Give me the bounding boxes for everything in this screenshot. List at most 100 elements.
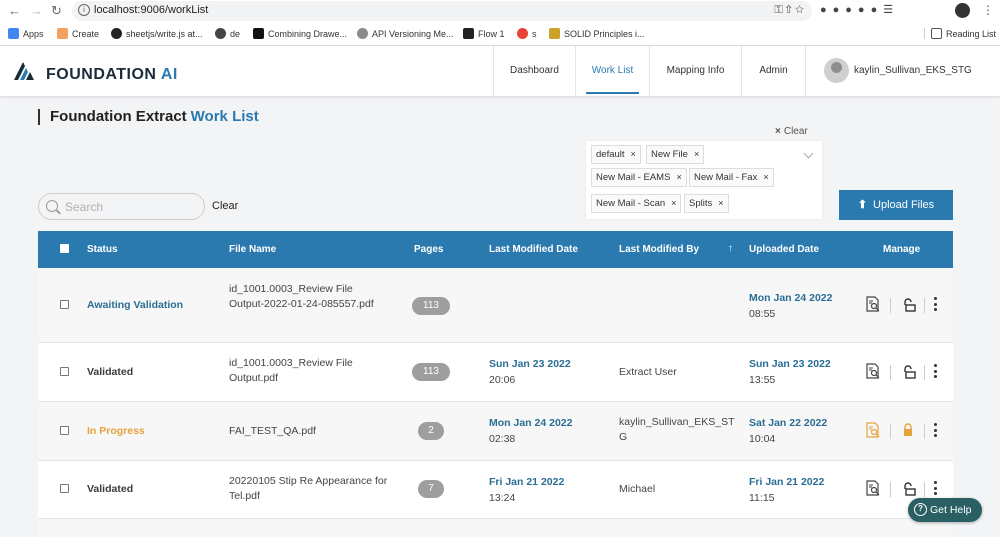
file-name[interactable]: 20220105 Stip Re Appearance for Tel.pdf — [229, 474, 389, 504]
file-name[interactable]: id_1001.0003_Review File Output-2022-01-… — [229, 282, 389, 312]
row-checkbox[interactable] — [60, 300, 69, 309]
more-options-icon[interactable] — [934, 481, 937, 497]
filter-chip[interactable]: New File × — [646, 145, 705, 164]
js-icon — [549, 28, 560, 39]
table-row[interactable]: In Progress FAI_TEST_QA.pdf 2 Mon Jan 24… — [38, 402, 953, 461]
get-help-button[interactable]: ? Get Help — [908, 498, 982, 522]
select-all-checkbox[interactable] — [60, 244, 69, 253]
more-options-icon[interactable] — [934, 364, 937, 380]
bookmark-flow[interactable]: Flow 1 — [463, 28, 505, 39]
unlock-icon[interactable] — [902, 365, 916, 379]
browser-toolbar: ← → ↻ i localhost:9006/workList ⚿ ⇧ ☆ ●●… — [0, 0, 1000, 22]
user-avatar[interactable] — [824, 58, 849, 83]
upload-files-button[interactable]: ⬆ Upload Files — [839, 190, 953, 220]
bookmark-s[interactable]: s — [517, 28, 537, 39]
foundation-ai-logo[interactable]: FOUNDATION AI — [12, 58, 177, 89]
column-file-name[interactable]: File Name — [229, 244, 276, 255]
search-icon — [46, 200, 58, 212]
column-manage: Manage — [883, 244, 921, 255]
status-text: Validated — [87, 366, 134, 378]
create-icon — [57, 28, 68, 39]
user-menu[interactable]: kaylin_Sullivan_EKS_STG — [805, 46, 1000, 96]
lock-icon[interactable] — [902, 423, 914, 437]
filter-chip[interactable]: New Mail - Fax × — [689, 168, 774, 187]
search-input[interactable] — [65, 198, 200, 216]
bookmark-solid[interactable]: SOLID Principles i... — [549, 28, 645, 39]
url-text[interactable]: localhost:9006/workList — [94, 4, 208, 16]
remove-chip-icon[interactable]: × — [671, 198, 676, 208]
google-icon — [517, 28, 528, 39]
github-icon — [111, 28, 122, 39]
remove-chip-icon[interactable]: × — [694, 149, 699, 159]
remove-chip-icon[interactable]: × — [763, 172, 768, 182]
search-box[interactable] — [38, 193, 205, 220]
reading-list[interactable]: Reading List — [924, 28, 996, 39]
view-document-icon[interactable] — [866, 363, 880, 379]
filter-chip[interactable]: New Mail - Scan × — [591, 194, 682, 213]
nav-dashboard[interactable]: Dashboard — [493, 46, 575, 96]
unlock-icon[interactable] — [902, 482, 916, 496]
extension-icons[interactable]: ●●●●●☰ — [820, 3, 899, 16]
work-list-table: Status File Name Pages Last Modified Dat… — [38, 231, 953, 537]
table-row[interactable]: Awaiting Validation id_1001.0003_Review … — [38, 268, 953, 343]
nav-mapping-info[interactable]: Mapping Info — [649, 46, 741, 96]
column-uploaded-date[interactable]: Uploaded Date — [749, 244, 819, 255]
column-last-modified-by[interactable]: Last Modified By — [619, 244, 699, 255]
pages-badge: 7 — [418, 480, 444, 498]
address-bar[interactable]: i localhost:9006/workList ⚿ ⇧ ☆ — [72, 1, 812, 21]
sort-arrow-icon[interactable]: ↑ — [728, 243, 733, 254]
reload-icon[interactable]: ↻ — [51, 3, 62, 19]
column-pages[interactable]: Pages — [414, 244, 443, 255]
status-text: Awaiting Validation — [87, 299, 184, 311]
table-row[interactable]: Validated 20220105 Stip Re Appearance fo… — [38, 461, 953, 519]
back-icon[interactable]: ← — [8, 3, 21, 18]
bookmark-api-versioning[interactable]: API Versioning Me... — [357, 28, 454, 39]
row-checkbox[interactable] — [60, 367, 69, 376]
clear-search-button[interactable]: Clear — [212, 200, 238, 212]
user-name[interactable]: kaylin_Sullivan_EKS_STG — [854, 65, 972, 76]
modified-date: Mon Jan 24 2022 02:38 — [489, 417, 573, 445]
bookmark-combining[interactable]: Combining Drawe... — [253, 28, 347, 39]
view-document-icon[interactable] — [866, 480, 880, 496]
remove-chip-icon[interactable]: × — [718, 198, 723, 208]
forward-icon[interactable]: → — [30, 3, 43, 18]
clear-filters-button[interactable]: × Clear — [775, 126, 808, 137]
browser-menu-icon[interactable]: ⋮ — [982, 3, 994, 17]
file-name[interactable]: id_1001.0003_Review File Output.pdf — [229, 356, 389, 386]
row-checkbox[interactable] — [60, 426, 69, 435]
browser-profile-avatar[interactable] — [955, 3, 970, 18]
logo-mark-icon — [14, 62, 34, 80]
dev-icon — [253, 28, 264, 39]
bookmark-de[interactable]: de — [215, 28, 240, 39]
column-last-modified-date[interactable]: Last Modified Date — [489, 244, 578, 255]
bookmark-sheetjs[interactable]: sheetjs/write.js at... — [111, 28, 203, 39]
info-icon[interactable]: i — [78, 4, 90, 16]
column-status[interactable]: Status — [87, 244, 118, 255]
table-row[interactable] — [38, 519, 953, 537]
row-actions — [866, 480, 946, 500]
nav-admin[interactable]: Admin — [741, 46, 805, 96]
uploaded-date: Fri Jan 21 2022 11:15 — [749, 476, 825, 504]
unlock-icon[interactable] — [902, 298, 916, 312]
view-document-icon[interactable] — [866, 422, 880, 438]
remove-chip-icon[interactable]: × — [631, 149, 636, 159]
table-row[interactable]: Validated id_1001.0003_Review File Outpu… — [38, 343, 953, 402]
modified-date: Sun Jan 23 2022 20:06 — [489, 358, 571, 386]
bookmark-create[interactable]: Create — [57, 28, 99, 39]
remove-chip-icon[interactable]: × — [676, 172, 681, 182]
divider — [890, 298, 891, 313]
bookmark-star-icon[interactable]: ⚿ ⇧ ☆ — [774, 4, 804, 17]
more-options-icon[interactable] — [934, 423, 937, 439]
reading-list-icon — [931, 28, 942, 39]
bookmark-apps[interactable]: Apps — [8, 28, 44, 39]
nav-work-list[interactable]: Work List — [575, 46, 649, 96]
filter-chip[interactable]: default × — [591, 145, 641, 164]
more-options-icon[interactable] — [934, 297, 937, 313]
divider — [890, 365, 891, 380]
filter-chip[interactable]: New Mail - EAMS × — [591, 168, 687, 187]
filter-chip[interactable]: Splits × — [684, 194, 729, 213]
view-document-icon[interactable] — [866, 296, 880, 312]
status-text: Validated — [87, 483, 134, 495]
row-checkbox[interactable] — [60, 484, 69, 493]
file-name[interactable]: FAI_TEST_QA.pdf — [229, 424, 389, 439]
